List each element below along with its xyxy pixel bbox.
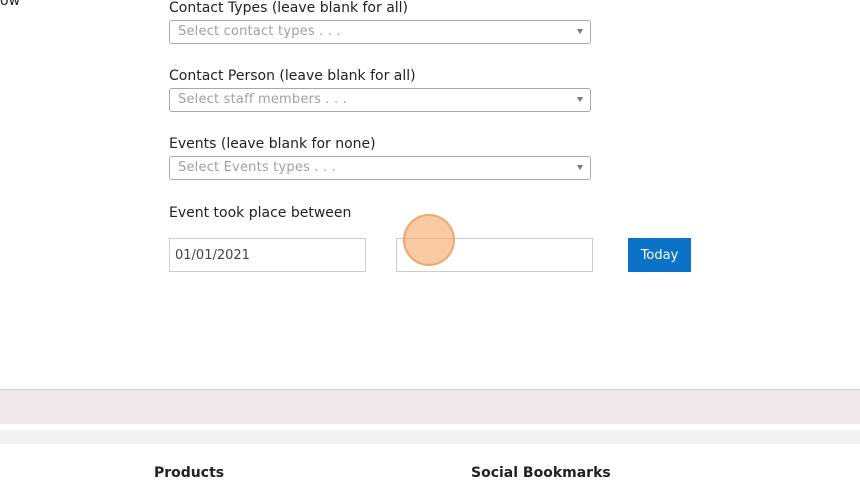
footer-band bbox=[0, 430, 860, 444]
contact-person-label: Contact Person (leave blank for all) bbox=[169, 68, 416, 84]
contact-person-placeholder: Select staff members . . . bbox=[178, 92, 348, 107]
start-date-input[interactable] bbox=[169, 238, 366, 272]
events-select[interactable]: Select Events types . . . bbox=[169, 156, 591, 180]
chevron-down-icon bbox=[577, 165, 583, 170]
contact-person-select[interactable]: Select staff members . . . bbox=[169, 88, 591, 112]
footer-products-heading: Products bbox=[154, 465, 225, 481]
events-placeholder: Select Events types . . . bbox=[178, 160, 336, 175]
date-range-label: Event took place between bbox=[169, 205, 352, 221]
contact-types-label: Contact Types (leave blank for all) bbox=[169, 0, 409, 16]
footer-social-heading: Social Bookmarks bbox=[471, 465, 611, 481]
contact-types-select[interactable]: Select contact types . . . bbox=[169, 20, 591, 44]
contact-types-placeholder: Select contact types . . . bbox=[178, 24, 341, 39]
footer-divider-band bbox=[0, 389, 860, 424]
cut-off-text: ow bbox=[0, 0, 21, 9]
chevron-down-icon bbox=[577, 97, 583, 102]
end-date-input[interactable] bbox=[396, 238, 593, 272]
chevron-down-icon bbox=[577, 29, 583, 34]
today-button[interactable]: Today bbox=[628, 238, 691, 272]
events-label: Events (leave blank for none) bbox=[169, 136, 376, 152]
